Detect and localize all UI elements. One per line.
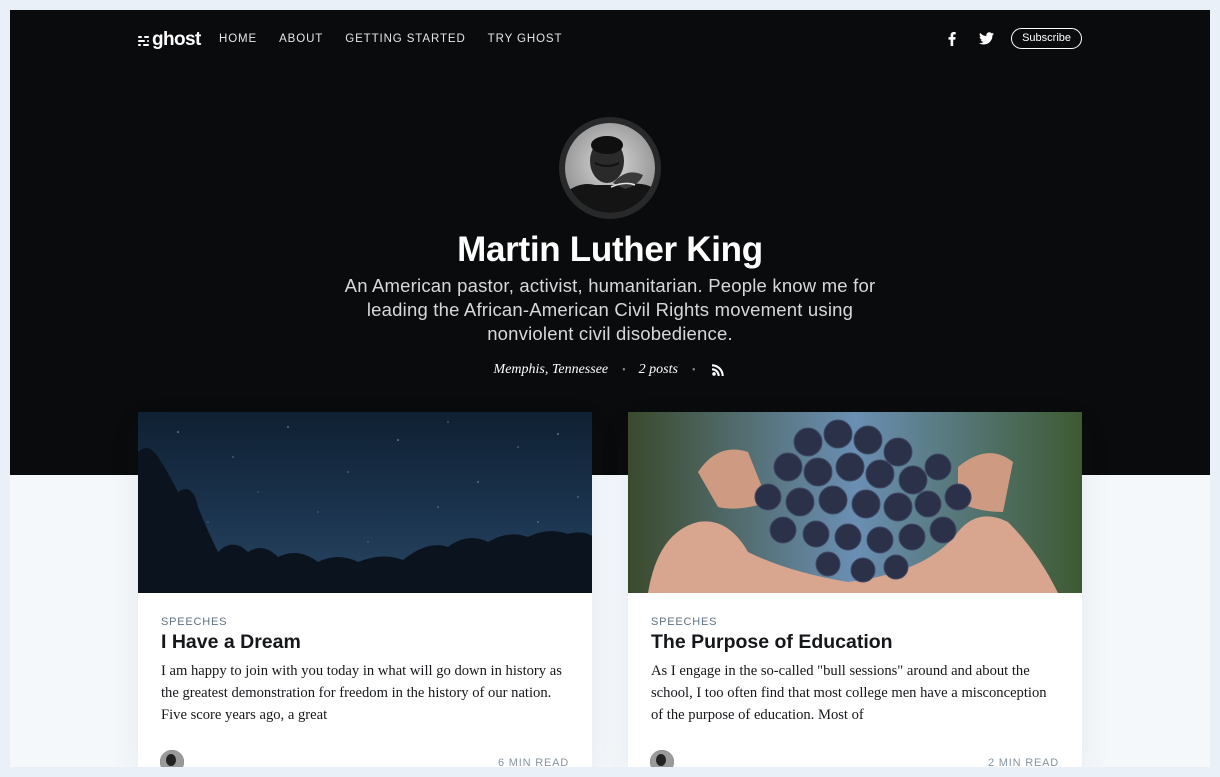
nav-link-home[interactable]: HOME bbox=[219, 33, 257, 45]
author-location: Memphis, Tennessee bbox=[493, 362, 609, 377]
post-tag[interactable]: SPEECHES bbox=[651, 616, 717, 628]
post-read-time: 2 MIN READ bbox=[988, 757, 1059, 767]
logo-text: ghost bbox=[152, 29, 201, 50]
post-image-night-sky[interactable] bbox=[138, 412, 592, 593]
author-hero: ghost HOME ABOUT GETTING STARTED TRY GHO… bbox=[10, 10, 1210, 475]
subscribe-button[interactable]: Subscribe bbox=[1011, 28, 1082, 49]
site-nav: ghost HOME ABOUT GETTING STARTED TRY GHO… bbox=[138, 28, 1082, 52]
author-name: Martin Luther King bbox=[457, 230, 763, 269]
facebook-icon[interactable] bbox=[943, 30, 961, 48]
post-excerpt: As I engage in the so-called "bull sessi… bbox=[651, 663, 1047, 723]
nav-link-getting-started[interactable]: GETTING STARTED bbox=[345, 33, 465, 45]
post-card[interactable]: SPEECHES The Purpose of Education As I e… bbox=[628, 412, 1082, 767]
post-author-avatar[interactable] bbox=[158, 748, 186, 767]
author-post-count: 2 posts bbox=[638, 362, 678, 377]
author-meta: Memphis, Tennessee • 2 posts • bbox=[10, 362, 1210, 378]
ghost-logo-icon bbox=[138, 35, 149, 46]
post-image-grapes[interactable] bbox=[628, 412, 1082, 593]
post-title[interactable]: I Have a Dream bbox=[161, 631, 301, 654]
main-menu: HOME ABOUT GETTING STARTED TRY GHOST bbox=[219, 33, 562, 45]
meta-separator: • bbox=[622, 364, 626, 376]
twitter-icon[interactable] bbox=[977, 30, 995, 48]
nav-link-about[interactable]: ABOUT bbox=[279, 33, 323, 45]
post-read-time: 6 MIN READ bbox=[498, 757, 569, 767]
page-frame: ghost HOME ABOUT GETTING STARTED TRY GHO… bbox=[10, 10, 1210, 767]
nav-link-try-ghost[interactable]: TRY GHOST bbox=[488, 33, 563, 45]
post-author-avatar[interactable] bbox=[648, 748, 676, 767]
meta-separator: • bbox=[691, 364, 696, 376]
social-links: Subscribe bbox=[943, 28, 1082, 49]
site-logo[interactable]: ghost bbox=[138, 29, 201, 51]
post-card[interactable]: SPEECHES I Have a Dream I am happy to jo… bbox=[138, 412, 592, 767]
post-tag[interactable]: SPEECHES bbox=[161, 616, 227, 628]
author-bio: An American pastor, activist, humanitari… bbox=[344, 275, 876, 344]
author-avatar bbox=[559, 117, 661, 219]
rss-icon[interactable] bbox=[712, 363, 726, 377]
post-excerpt: I am happy to join with you today in wha… bbox=[161, 663, 562, 723]
post-title[interactable]: The Purpose of Education bbox=[651, 631, 893, 654]
